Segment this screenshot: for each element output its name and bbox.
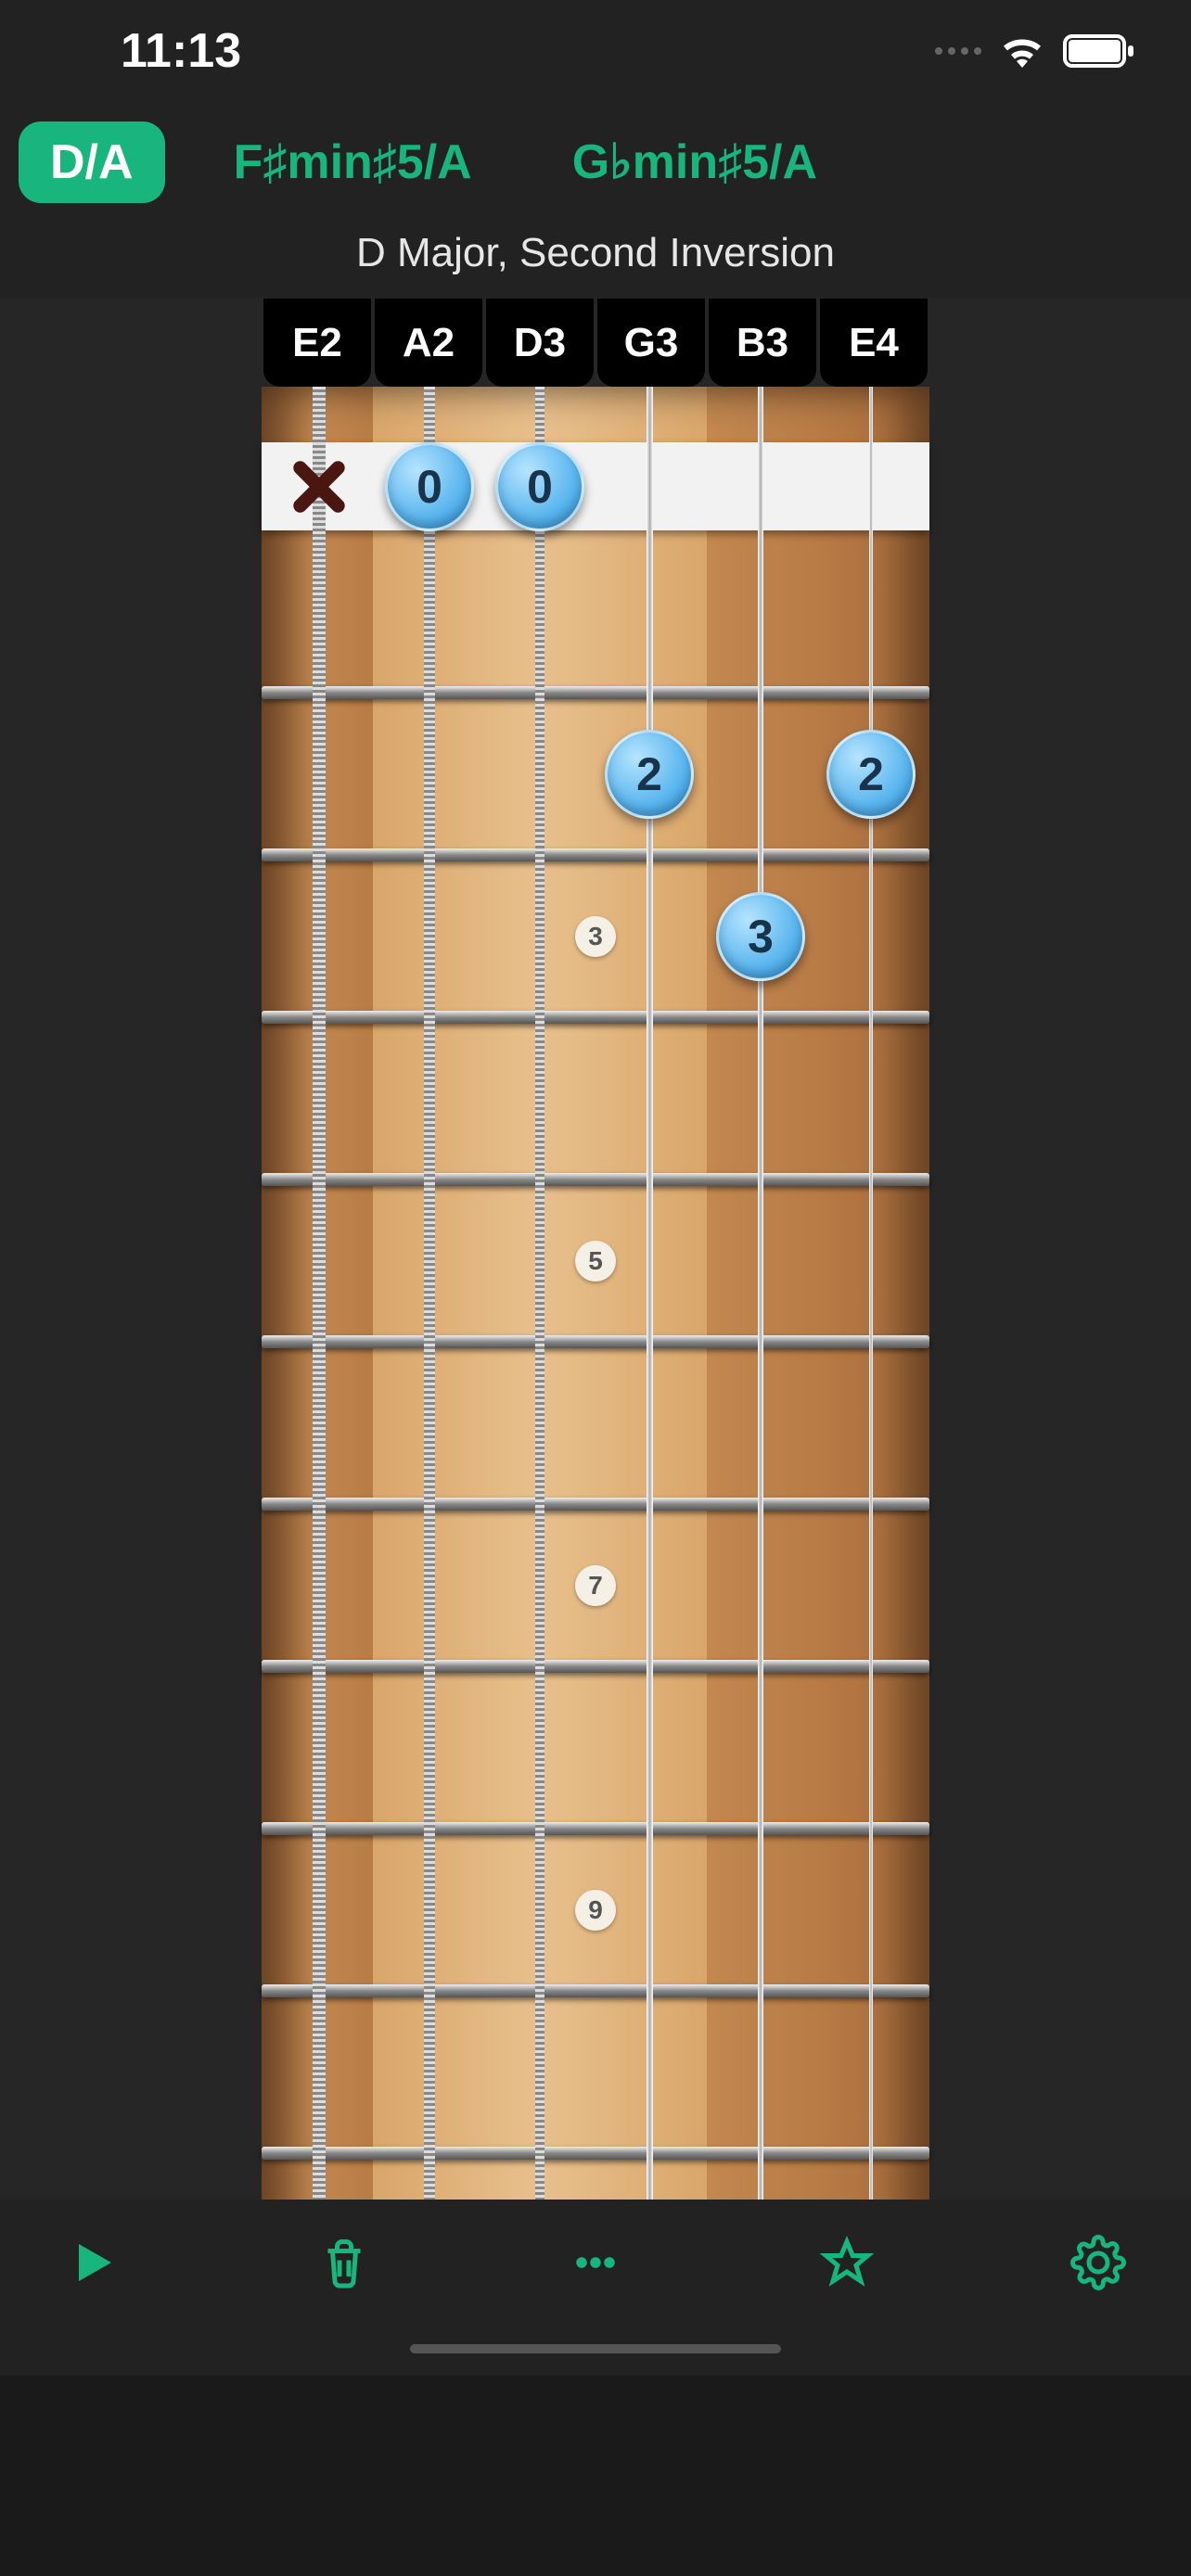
trash-button[interactable] (316, 2235, 372, 2290)
string-2[interactable] (424, 299, 435, 2376)
string-1[interactable] (313, 299, 326, 2376)
string-label-4: G3 (597, 299, 705, 387)
status-bar: 11:13 (0, 0, 1191, 102)
toolbar (0, 2200, 1191, 2376)
string-label-5: B3 (709, 299, 816, 387)
status-right (935, 34, 1135, 68)
favorite-button[interactable] (819, 2235, 875, 2290)
status-time: 11:13 (121, 23, 241, 79)
settings-button[interactable] (1070, 2235, 1126, 2290)
tab-chord-0[interactable]: D/A (19, 121, 165, 203)
fret-wire-1 (262, 686, 929, 699)
string-label-2: A2 (375, 299, 482, 387)
chord-subtitle: D Major, Second Inversion (0, 223, 1191, 299)
fret-wire-3 (262, 1011, 929, 1024)
string-5[interactable] (758, 299, 763, 2376)
string-6[interactable] (869, 299, 873, 2376)
home-indicator[interactable] (410, 2344, 781, 2353)
fret-wire-9 (262, 1984, 929, 1997)
tab-chord-2[interactable]: G♭min♯5/A (541, 121, 849, 203)
play-button[interactable] (65, 2235, 121, 2290)
fret-wire-5 (262, 1335, 929, 1348)
fret-wire-10 (262, 2147, 929, 2160)
string-label-6: E4 (820, 299, 928, 387)
string-labels: E2 A2 D3 G3 B3 E4 (262, 299, 929, 387)
string-3[interactable] (535, 299, 544, 2376)
string-label-3: D3 (486, 299, 594, 387)
fret-inlay-3: 3 (575, 916, 616, 957)
fret-wire-8 (262, 1822, 929, 1835)
string-label-1: E2 (263, 299, 371, 387)
fret-wire-6 (262, 1498, 929, 1511)
finger-marker-string-2-fret-0[interactable]: 0 (385, 442, 474, 531)
fretboard-area[interactable]: E2 A2 D3 G3 B3 E4 35791212 00232 (0, 299, 1191, 2376)
cell-dots-icon (935, 47, 981, 55)
string-4[interactable] (647, 299, 653, 2376)
fret-inlay-9: 9 (575, 1890, 616, 1931)
fret-wire-4 (262, 1173, 929, 1186)
chord-tabs: D/A F♯min♯5/A G♭min♯5/A (0, 102, 1191, 223)
finger-marker-string-4-fret-2[interactable]: 2 (605, 730, 694, 819)
fret-inlay-5: 5 (575, 1241, 616, 1282)
fret-inlay-7: 7 (575, 1565, 616, 1606)
battery-icon (1063, 34, 1135, 68)
fret-wire-2 (262, 848, 929, 861)
finger-marker-string-5-fret-3[interactable]: 3 (716, 892, 805, 981)
fret-wire-7 (262, 1660, 929, 1673)
wifi-icon (1000, 34, 1044, 68)
tab-chord-1[interactable]: F♯min♯5/A (202, 121, 504, 203)
more-button[interactable] (568, 2235, 623, 2290)
mute-marker-string-1[interactable] (275, 442, 364, 531)
finger-marker-string-3-fret-0[interactable]: 0 (495, 442, 584, 531)
finger-marker-string-6-fret-2[interactable]: 2 (826, 730, 916, 819)
